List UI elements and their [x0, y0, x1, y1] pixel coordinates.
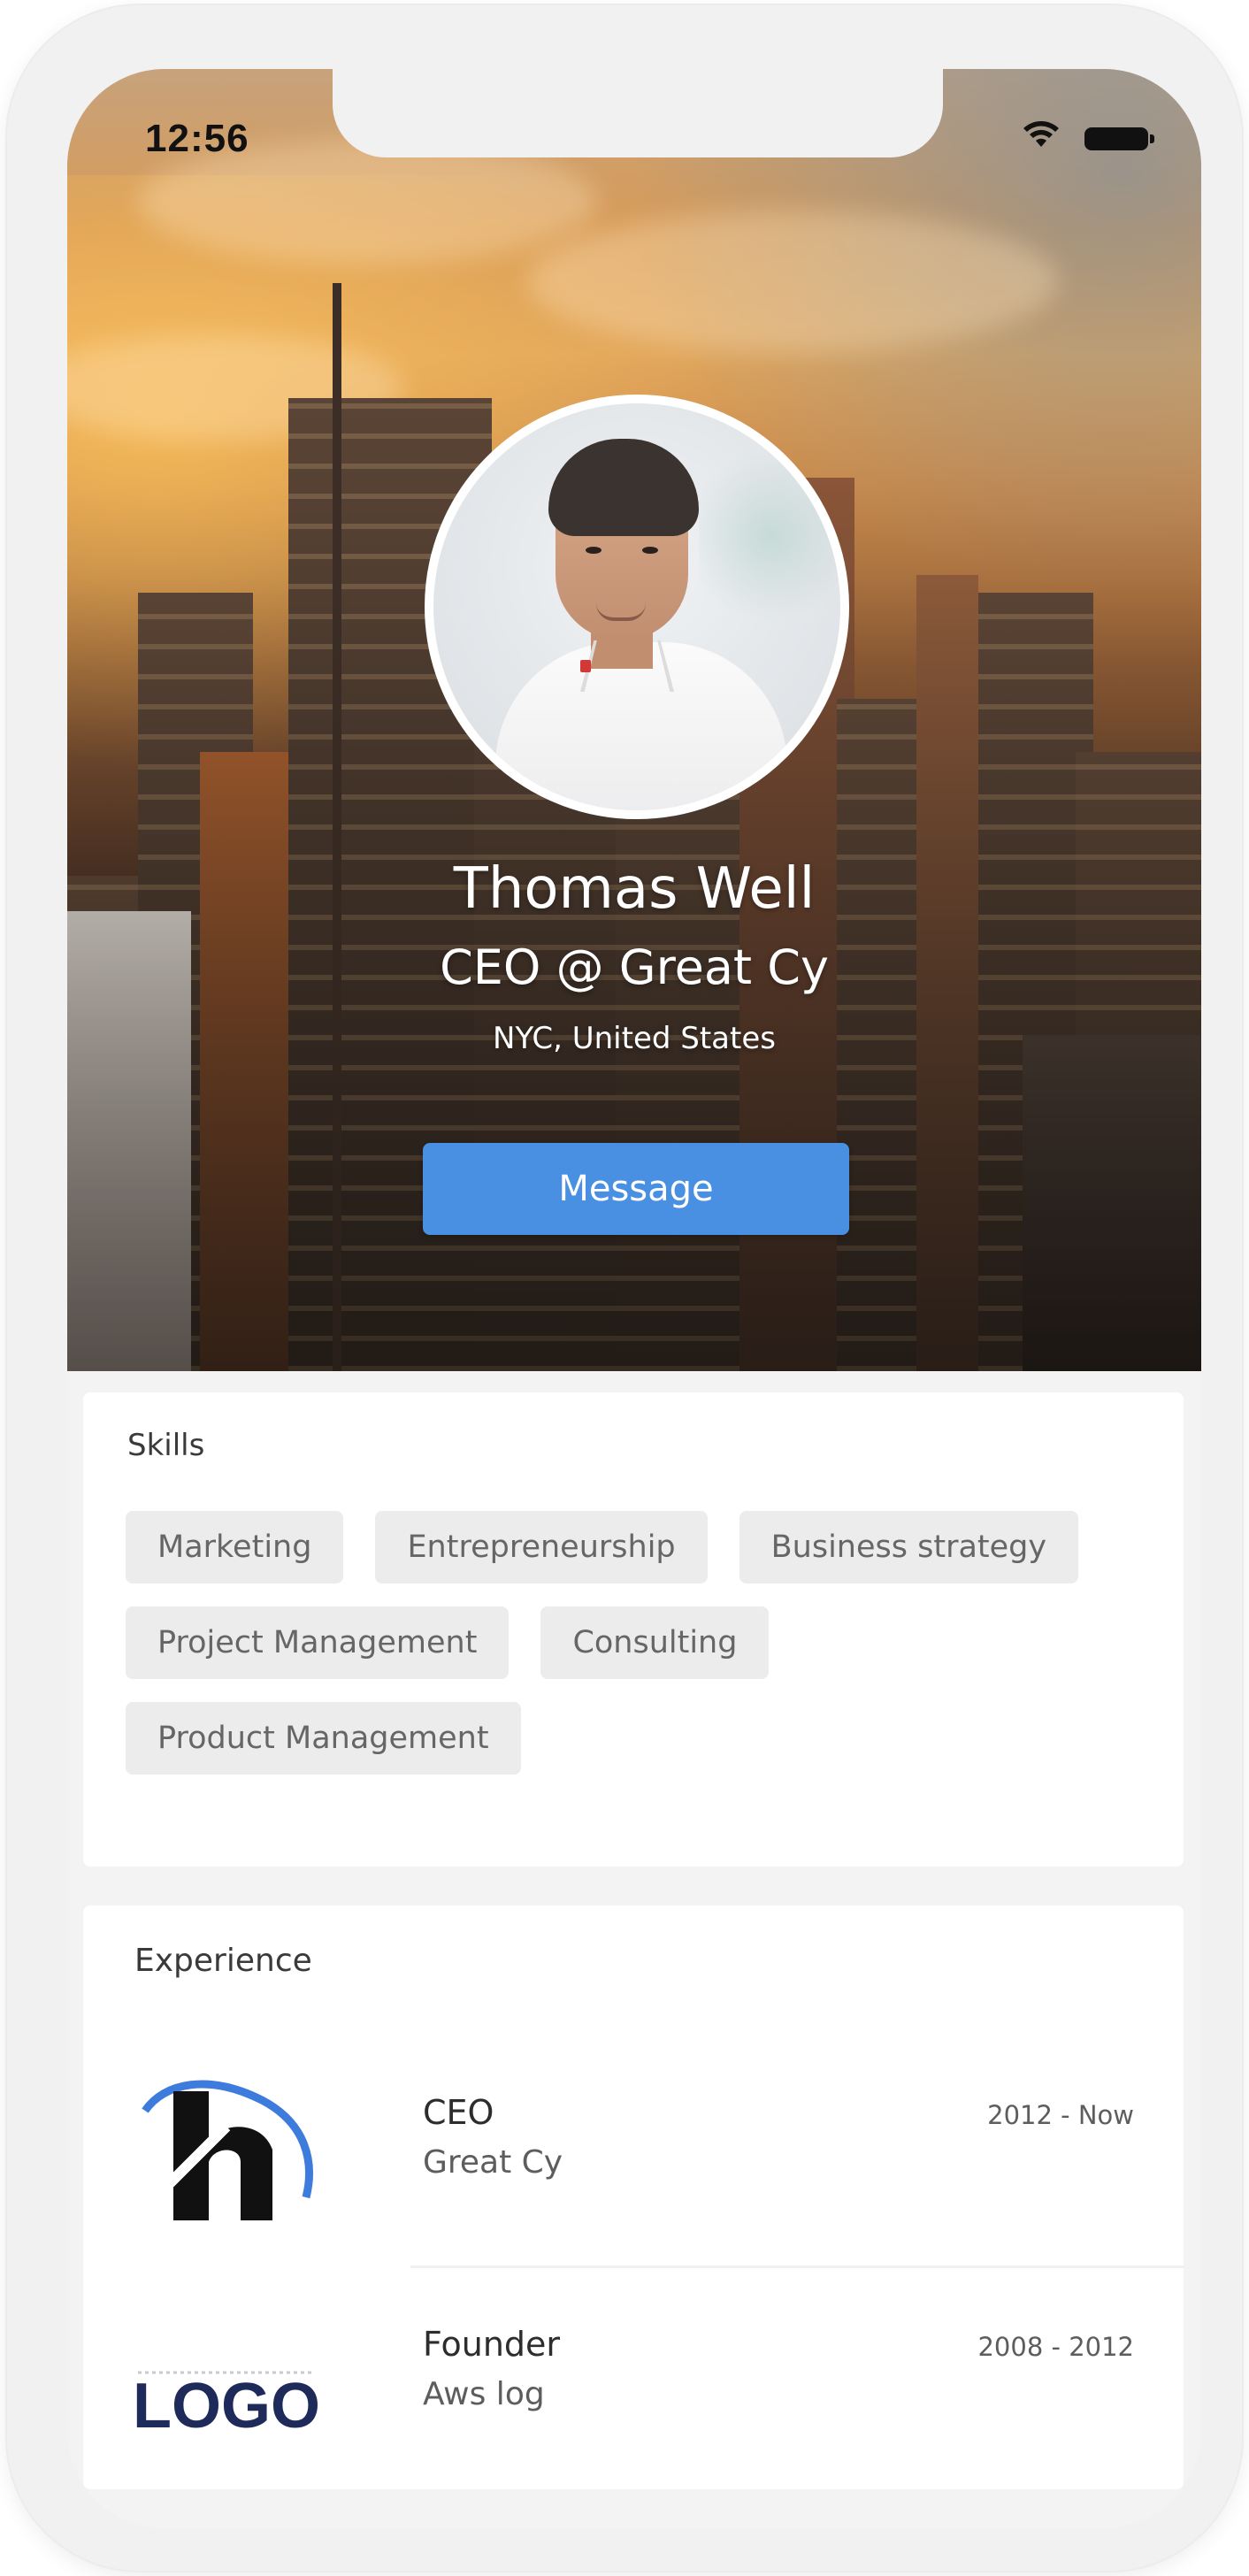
experience-title: Experience — [134, 1943, 312, 1979]
profile-header: 12:56 Thomas Well CEO @ Great Cy NYC, Un… — [67, 69, 1201, 1371]
experience-role: Founder — [423, 2325, 561, 2364]
experience-role: CEO — [423, 2093, 494, 2132]
skill-chip[interactable]: Product Management — [126, 1702, 521, 1775]
app-screen: 12:56 Thomas Well CEO @ Great Cy NYC, Un… — [67, 69, 1201, 2528]
skills-card: Skills Marketing Entrepreneurship Busine… — [83, 1392, 1184, 1867]
experience-item[interactable]: LOGO Founder Aws log 2008 - 2012 — [83, 2270, 1184, 2500]
experience-item[interactable]: CEO Great Cy 2012 - Now — [83, 2038, 1184, 2268]
experience-card: Experience CEO Great Cy 2012 - Now LOGO … — [83, 1905, 1184, 2500]
svg-text:LOGO: LOGO — [133, 2371, 320, 2442]
status-time: 12:56 — [145, 117, 249, 160]
battery-icon — [1084, 127, 1154, 150]
skill-chip[interactable]: Project Management — [126, 1606, 510, 1679]
device-notch — [333, 69, 943, 157]
skill-chip[interactable]: Marketing — [126, 1511, 344, 1583]
skill-chip[interactable]: Entrepreneurship — [375, 1511, 708, 1583]
logo-wordmark-icon: LOGO — [133, 2371, 320, 2442]
phone-shell: 12:56 Thomas Well CEO @ Great Cy NYC, Un… — [7, 5, 1242, 2571]
h-logo-icon — [142, 2080, 313, 2220]
experience-period: 2012 - Now — [987, 2100, 1134, 2130]
profile-name: Thomas Well — [453, 856, 816, 922]
wifi-icon — [1023, 121, 1059, 147]
skill-chip[interactable]: Consulting — [540, 1606, 770, 1679]
experience-period: 2008 - 2012 — [977, 2332, 1134, 2362]
skills-list: Marketing Entrepreneurship Business stra… — [126, 1511, 1152, 1798]
skill-chip[interactable]: Business strategy — [739, 1511, 1079, 1583]
divider — [410, 2266, 1184, 2268]
message-button[interactable]: Message — [423, 1143, 849, 1235]
profile-title: CEO @ Great Cy — [440, 939, 829, 995]
profile-location: NYC, United States — [493, 1021, 776, 1056]
avatar — [425, 395, 849, 819]
device-frame: 12:56 Thomas Well CEO @ Great Cy NYC, Un… — [0, 0, 1249, 2576]
skills-title: Skills — [127, 1428, 205, 1463]
experience-company: Aws log — [423, 2376, 545, 2412]
bottom-area — [67, 2489, 1201, 2528]
experience-company: Great Cy — [423, 2144, 563, 2181]
